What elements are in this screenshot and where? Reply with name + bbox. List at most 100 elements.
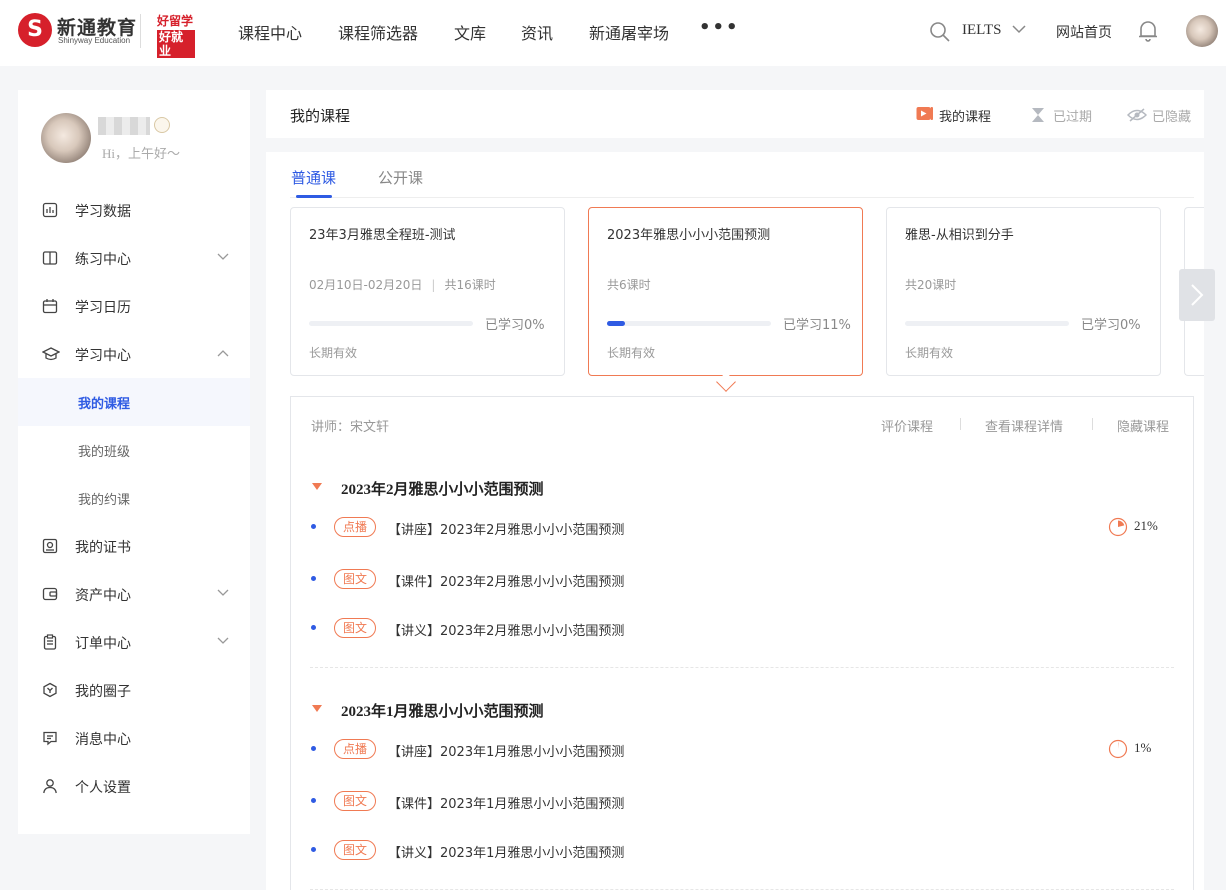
lesson-item[interactable]: 【课件】2023年2月雅思小小小范围预测 <box>388 571 624 590</box>
hide-course-link[interactable]: 隐藏课程 <box>1117 416 1169 435</box>
sidebar-item-assets[interactable]: 资产中心 <box>18 570 250 618</box>
sidebar-subitem-my-bookings[interactable]: 我的约课 <box>18 474 250 522</box>
sidebar-item-practice[interactable]: 练习中心 <box>18 234 250 282</box>
play-video-icon <box>916 107 933 120</box>
sidebar-subitem-label: 我的约课 <box>78 493 131 508</box>
course-progress-fill <box>607 321 626 326</box>
action-separator <box>1092 418 1093 430</box>
sidebar-subitem-label: 我的班级 <box>78 445 131 460</box>
sidebar-subitem-my-classes[interactable]: 我的班级 <box>18 426 250 474</box>
nav-news[interactable]: 资讯 <box>521 20 553 44</box>
lesson-progress: 1% <box>1134 740 1152 755</box>
chevron-down-icon <box>217 253 229 260</box>
brand-logo-icon[interactable]: S <box>18 13 52 47</box>
carousel-next-button[interactable] <box>1179 269 1215 321</box>
course-progress-bar <box>905 321 1069 326</box>
list-bullet <box>311 847 316 852</box>
list-bullet <box>311 746 316 751</box>
tag-text: 图文 <box>334 840 376 860</box>
nav-course-center[interactable]: 课程中心 <box>238 20 302 44</box>
chevron-up-icon <box>217 350 229 357</box>
course-hours: 共20课时 <box>905 278 957 292</box>
lesson-item[interactable]: 【讲座】2023年1月雅思小小小范围预测 <box>388 741 624 760</box>
user-icon <box>43 779 57 794</box>
course-details-link[interactable]: 查看课程详情 <box>985 416 1063 435</box>
sidebar-item-messages[interactable]: 消息中心 <box>18 714 250 762</box>
brand-name-en: Shinyway Education <box>58 36 131 45</box>
header-avatar[interactable] <box>1186 15 1218 47</box>
user-avatar[interactable] <box>41 113 91 163</box>
calendar-icon <box>42 299 58 314</box>
list-bullet <box>311 625 316 630</box>
lesson-progress: 21% <box>1134 518 1158 533</box>
course-title: 雅思-从相识到分手 <box>905 228 1014 243</box>
logo-divider <box>140 14 141 48</box>
list-bullet <box>311 576 316 581</box>
filter-expired[interactable]: 已过期 <box>1053 106 1092 125</box>
filter-hidden[interactable]: 已隐藏 <box>1152 106 1191 125</box>
filter-my-courses[interactable]: 我的课程 <box>939 106 991 125</box>
chevron-down-icon[interactable] <box>1012 24 1026 34</box>
course-card[interactable]: 23年3月雅思全程班-测试 02月10日-02月20日 | 共16课时 已学习0% … <box>290 207 565 376</box>
course-title: 23年3月雅思全程班-测试 <box>309 228 456 243</box>
tag-text: 图文 <box>334 618 376 638</box>
slogan-badge: 好留学 好就业 <box>157 14 207 58</box>
collapse-triangle-icon[interactable] <box>312 483 322 490</box>
tab-regular-courses[interactable]: 普通课 <box>291 167 336 188</box>
rate-course-link[interactable]: 评价课程 <box>881 416 933 435</box>
lesson-item[interactable]: 【讲义】2023年2月雅思小小小范围预测 <box>388 620 624 639</box>
sidebar-item-study-data[interactable]: 学习数据 <box>18 186 250 234</box>
section-title[interactable]: 2023年1月雅思小小小范围预测 <box>341 700 544 721</box>
section-title[interactable]: 2023年2月雅思小小小范围预测 <box>341 478 544 499</box>
lesson-item[interactable]: 【课件】2023年1月雅思小小小范围预测 <box>388 793 624 812</box>
message-icon <box>43 731 57 746</box>
nav-course-filter[interactable]: 课程筛选器 <box>338 20 418 44</box>
course-progress-label: 已学习11% <box>783 318 851 333</box>
sidebar-item-study-center[interactable]: 学习中心 <box>18 330 250 378</box>
sidebar-item-label: 学习中心 <box>75 348 131 364</box>
course-validity: 长期有效 <box>905 346 954 360</box>
progress-pie-icon <box>1108 739 1128 759</box>
page-title: 我的课程 <box>290 107 351 125</box>
course-progress-bar <box>309 321 473 326</box>
sidebar-item-label: 订单中心 <box>75 636 131 652</box>
circle-icon <box>43 682 57 698</box>
sidebar-item-label: 资产中心 <box>75 588 131 604</box>
sidebar-item-circles[interactable]: 我的圈子 <box>18 666 250 714</box>
hidden-eye-icon <box>1127 108 1147 122</box>
sidebar-item-settings[interactable]: 个人设置 <box>18 762 250 810</box>
course-hours: 共16课时 <box>444 278 496 292</box>
sidebar-item-label: 我的证书 <box>75 540 131 556</box>
tab-public-courses[interactable]: 公开课 <box>378 167 423 188</box>
course-detail-panel <box>290 396 1194 890</box>
chevron-down-icon <box>217 637 229 644</box>
nav-forum[interactable]: 新通屠宰场 <box>589 20 669 44</box>
tab-divider <box>290 197 1194 198</box>
user-greeting: Hi，上午好～ <box>102 146 181 161</box>
sidebar-item-label: 个人设置 <box>75 780 131 796</box>
lesson-item[interactable]: 【讲义】2023年1月雅思小小小范围预测 <box>388 842 624 861</box>
course-meta: 02月10日-02月20日 | 共16课时 <box>309 276 496 293</box>
exam-selector[interactable]: IELTS <box>962 22 1001 39</box>
bell-icon[interactable] <box>1137 19 1159 43</box>
tag-text: 图文 <box>334 569 376 589</box>
site-home-link[interactable]: 网站首页 <box>1056 22 1112 42</box>
course-hours: 共6课时 <box>607 278 651 292</box>
course-card[interactable]: 雅思-从相识到分手 共20课时 已学习0% 长期有效 <box>886 207 1161 376</box>
nav-library[interactable]: 文库 <box>454 20 486 44</box>
sidebar-item-label: 学习数据 <box>75 204 131 220</box>
sidebar-item-certificates[interactable]: 我的证书 <box>18 522 250 570</box>
search-icon[interactable] <box>929 21 951 43</box>
collapse-triangle-icon[interactable] <box>312 705 322 712</box>
lesson-item[interactable]: 【讲座】2023年2月雅思小小小范围预测 <box>388 519 624 538</box>
more-icon[interactable]: ••• <box>699 17 740 38</box>
course-card-selected[interactable]: 2023年雅思小小小范围预测 共6课时 已学习11% 长期有效 <box>588 207 863 376</box>
sidebar-item-calendar[interactable]: 学习日历 <box>18 282 250 330</box>
course-date: 02月10日-02月20日 <box>309 278 423 292</box>
tag-vod: 点播 <box>334 517 376 537</box>
sidebar-item-orders[interactable]: 订单中心 <box>18 618 250 666</box>
sidebar-subitem-my-courses[interactable]: 我的课程 <box>18 378 250 426</box>
hourglass-icon <box>1032 108 1044 122</box>
teacher-name: 讲师：宋文轩 <box>311 420 390 435</box>
wallet-icon <box>42 587 58 601</box>
